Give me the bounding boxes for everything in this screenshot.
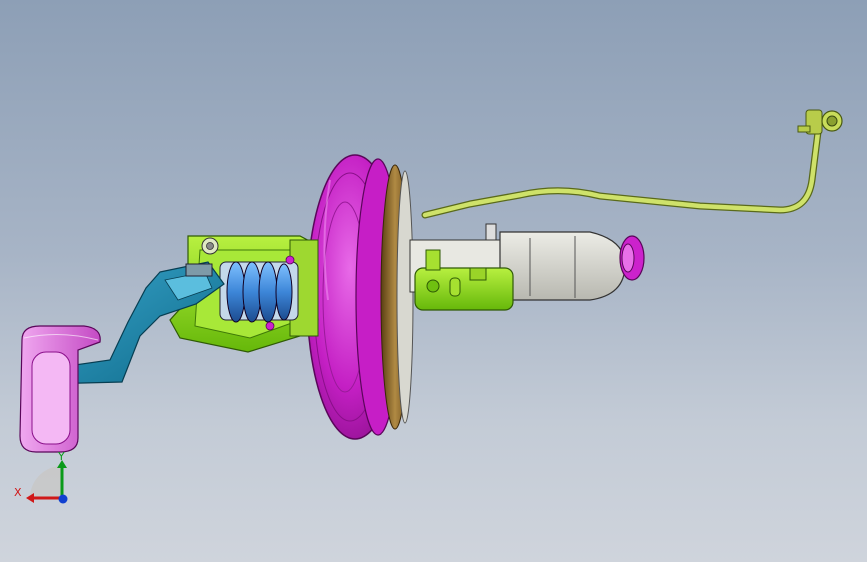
cad-model-view[interactable] (0, 0, 867, 562)
pushrod-bellows[interactable] (219, 255, 299, 331)
graphics-viewport[interactable]: X Y (0, 0, 867, 562)
x-axis-label: X (14, 486, 22, 499)
brake-line[interactable] (421, 109, 843, 219)
coordinate-triad (26, 460, 68, 504)
y-axis-label: Y (58, 450, 65, 463)
booster-flange (380, 164, 414, 430)
brake-pedal-pad[interactable] (19, 325, 101, 453)
